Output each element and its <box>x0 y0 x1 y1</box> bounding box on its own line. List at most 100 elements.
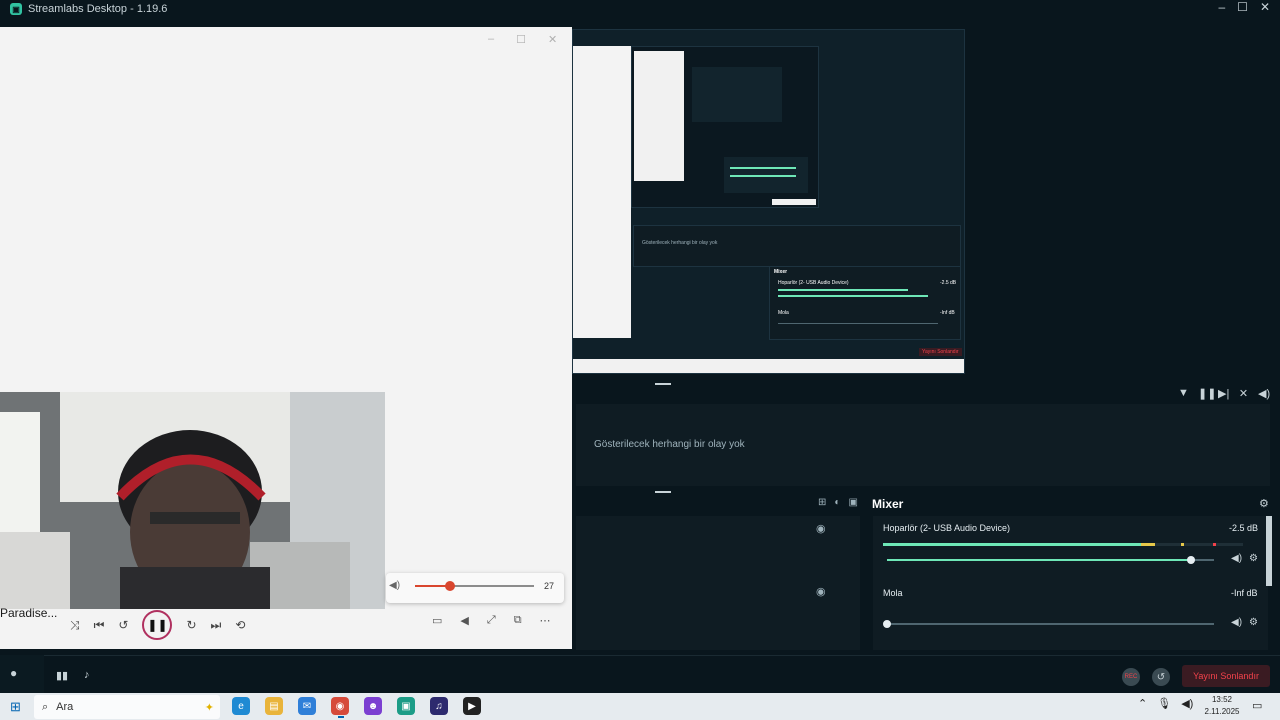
channel-settings-icon[interactable]: ⚙ <box>1249 617 1258 628</box>
volume-slider-knob[interactable] <box>1187 556 1195 564</box>
file-explorer-icon[interactable]: ▤ <box>265 697 283 715</box>
player-volume-knob[interactable] <box>445 581 455 591</box>
system-tray: ⌃ 🎙 ◀) <box>1138 697 1193 710</box>
repeat-icon[interactable]: ⟲ <box>235 618 245 632</box>
mute-icon[interactable]: ◀) <box>1231 553 1242 564</box>
active-app-indicator <box>338 716 344 718</box>
volume-slider[interactable] <box>887 556 1214 564</box>
app-title-bar: ▣ Streamlabs Desktop - 1.19.6 – ☐ ✕ <box>0 0 1280 18</box>
filter-icon[interactable]: ▼ <box>1178 387 1189 400</box>
volume-icon[interactable]: ◀) <box>1258 387 1270 400</box>
more-options-icon[interactable]: ⋯ <box>540 614 551 627</box>
copilot-sparkle-icon: ✦ <box>204 701 214 714</box>
player-volume-slider[interactable] <box>415 581 534 591</box>
media-player-icon[interactable]: ▶ <box>463 697 481 715</box>
player-extra-controls: ▭ ◀ ⤢ ⧉ ⋯ <box>432 614 551 627</box>
nested-events-empty: Gösterilecek herhangi bir olay yok <box>642 240 718 246</box>
visibility-icon[interactable]: ◉ <box>816 585 826 598</box>
player-close-button[interactable]: ✕ <box>548 33 557 46</box>
events-empty-text: Gösterilecek herhangi bir olay yok <box>594 439 745 450</box>
streamlabs-icon[interactable]: ▣ <box>397 697 415 715</box>
song-title: Paradise... <box>0 606 58 620</box>
channel-settings-icon[interactable]: ⚙ <box>1249 553 1258 564</box>
outlook-icon[interactable]: ✉ <box>298 697 316 715</box>
player-transport: ⤨ ⏮ ↺ ❚❚ ↻ ⏭ ⟲ <box>70 610 245 640</box>
webcam-feed <box>0 392 385 609</box>
speaker-icon[interactable]: ◀) <box>389 580 400 591</box>
chrome-icon[interactable]: ◉ <box>331 697 349 715</box>
minimize-button[interactable]: – <box>1218 0 1225 14</box>
player-maximize-button[interactable]: ☐ <box>516 33 526 46</box>
rewind-10-icon[interactable]: ↺ <box>118 618 128 632</box>
user-icon[interactable]: ● <box>10 666 17 680</box>
nested-window <box>631 46 819 208</box>
mute-alerts-icon[interactable]: ✕ <box>1238 387 1249 400</box>
nested-mini-preview <box>692 67 782 122</box>
pause-icon[interactable]: ❚❚ <box>1198 387 1216 400</box>
edge-icon[interactable]: e <box>232 697 250 715</box>
maximize-button[interactable]: ☐ <box>1237 0 1248 14</box>
search-icon: ⌕ <box>42 700 49 713</box>
nested-player-pane <box>573 46 631 338</box>
player-minimize-button[interactable]: – <box>488 33 494 46</box>
add-source-icon[interactable]: ⊞ <box>818 497 826 508</box>
nested-events-panel: Gösterilecek herhangi bir olay yok <box>633 225 961 267</box>
forward-30-icon[interactable]: ↻ <box>186 618 196 632</box>
volume-slider[interactable] <box>883 620 1214 628</box>
mixer-header-icons: ⊞ ◐ ▣ <box>818 497 858 508</box>
mixer-title: Mixer <box>872 497 904 511</box>
nested-ch2-name: Mola <box>778 310 789 316</box>
mixer-settings-icon[interactable]: ⚙ <box>1259 497 1269 510</box>
clock-date: 2.11.2025 <box>1204 707 1240 716</box>
stream-preview[interactable]: Gösterilecek herhangi bir olay yok Mixer… <box>572 29 965 374</box>
nested-taskbar <box>573 359 964 373</box>
volume-slider-knob[interactable] <box>883 620 891 628</box>
discord-icon[interactable]: ☻ <box>364 697 382 715</box>
folder-icon[interactable]: ▣ <box>848 497 857 508</box>
fullscreen-icon[interactable]: ⤢ <box>487 614 496 627</box>
end-stream-button[interactable]: Yayını Sonlandır <box>1182 665 1270 687</box>
search-placeholder: Ara <box>56 701 74 713</box>
tray-speaker-icon[interactable]: ◀) <box>1181 697 1193 710</box>
audio-settings-icon[interactable]: ◐ <box>834 497 840 508</box>
volume-popup: ◀) 27 <box>386 573 564 603</box>
mixer-channel-name: Hoparlör (2- USB Audio Device) <box>883 523 1011 533</box>
mute-icon[interactable]: ◀) <box>1231 617 1242 628</box>
nested-end-label: Yayını Sonlandır <box>919 348 962 356</box>
nested-ch1-name: Hoparlör (2- USB Audio Device) <box>778 280 849 286</box>
tray-overflow-icon[interactable]: ⌃ <box>1138 697 1147 710</box>
notification-bell-icon[interactable]: ♪ <box>84 669 90 681</box>
close-button[interactable]: ✕ <box>1260 0 1270 14</box>
resize-handle[interactable] <box>655 383 671 385</box>
nested-mixer-title: Mixer <box>774 269 788 275</box>
taskbar-apps: e ▤ ✉ ◉ ☻ ▣ ♫ ▶ <box>232 697 481 715</box>
podcast-icon[interactable]: ♫ <box>430 697 448 715</box>
player-window-controls: – ☐ ✕ <box>488 33 557 46</box>
microphone-icon[interactable]: 🎙 <box>1157 697 1171 710</box>
notifications-icon[interactable]: ▭ <box>1252 699 1262 712</box>
webcam-image <box>0 392 385 609</box>
events-toolbar: ▼ ❚❚ ▶| ✕ ◀) <box>1178 387 1270 400</box>
nested-ch1-level: -2.5 dB <box>940 280 957 286</box>
skip-icon[interactable]: ▶| <box>1218 387 1229 400</box>
taskbar-clock[interactable]: 13:52 2.11.2025 <box>1200 694 1244 718</box>
mixer-channel-level: -2.5 dB <box>1229 523 1259 533</box>
rec-button[interactable]: REC <box>1122 668 1140 686</box>
pause-button[interactable]: ❚❚ <box>142 610 173 640</box>
scrollbar[interactable] <box>1266 516 1272 586</box>
next-icon[interactable]: ⏭ <box>211 618 222 633</box>
resize-handle-2[interactable] <box>655 491 671 493</box>
shuffle-icon[interactable]: ⤨ <box>70 618 80 633</box>
captions-icon[interactable]: ▭ <box>432 614 442 627</box>
streamlabs-footer <box>0 655 1280 694</box>
replay-buffer-icon[interactable]: ↺ <box>1152 668 1170 686</box>
stats-icon[interactable]: ▮▮ <box>56 669 68 682</box>
taskbar-search[interactable]: ⌕ Ara ✦ <box>34 695 220 719</box>
miniplayer-icon[interactable]: ⧉ <box>514 614 522 627</box>
visibility-icon[interactable]: ◉ <box>816 522 826 535</box>
windows-start-icon[interactable]: ⊞ <box>10 699 21 715</box>
player-volume-icon[interactable]: ◀ <box>460 614 468 627</box>
mixer-channel-name: Mola <box>883 588 903 598</box>
previous-icon[interactable]: ⏮ <box>94 618 105 633</box>
mixer-panel: Hoparlör (2- USB Audio Device) -2.5 dB ◀… <box>873 516 1268 650</box>
